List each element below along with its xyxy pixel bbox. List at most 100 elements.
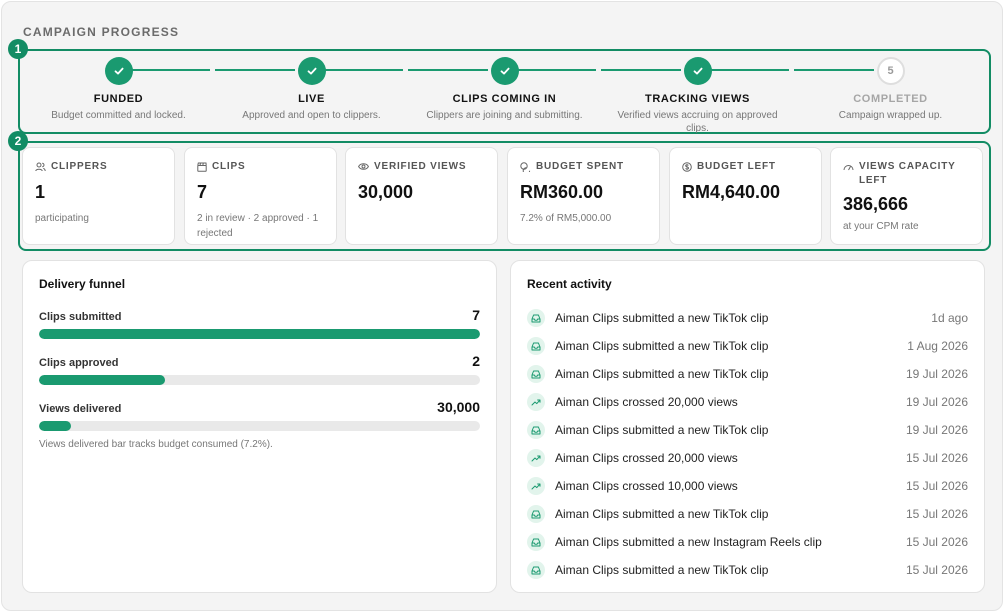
progress-bar-fill	[39, 421, 71, 431]
funnel-label: Clips approved	[39, 357, 119, 369]
activity-item: Aiman Clips submitted a new TikTok clip 1…	[527, 304, 968, 332]
stat-card-budget-left: BUDGET LEFT RM4,640.00	[669, 147, 822, 245]
step-live: LIVE Approved and open to clippers.	[215, 57, 408, 122]
step-number: 5	[876, 57, 905, 85]
stat-card-clips: CLIPS 7 2 in review · 2 approved · 1 rej…	[184, 147, 337, 245]
activity-time: 15 Jul 2026	[905, 479, 968, 493]
panel-title: Recent activity	[527, 277, 612, 291]
step-subtitle: Approved and open to clippers.	[242, 110, 381, 121]
activity-text: Aiman Clips submitted a new TikTok clip	[555, 367, 769, 381]
stat-card-verified-views: VERIFIED VIEWS 30,000	[345, 147, 498, 245]
activity-text: Aiman Clips crossed 20,000 views	[555, 451, 738, 465]
activity-text: Aiman Clips submitted a new TikTok clip	[555, 507, 769, 521]
activity-item: Aiman Clips submitted a new TikTok clip 1…	[527, 332, 968, 360]
panel-title: Delivery funnel	[39, 277, 126, 291]
stat-label: VIEWS CAPACITY LEFT	[859, 161, 956, 186]
step-label: LIVE	[298, 93, 325, 105]
check-icon	[490, 57, 519, 85]
activity-text: Aiman Clips submitted a new TikTok clip	[555, 563, 769, 577]
trending-up-icon	[527, 449, 545, 467]
step-subtitle: Budget committed and locked.	[51, 110, 186, 121]
delivery-funnel-panel: Delivery funnel Clips submitted 7 Clips …	[22, 260, 497, 593]
step-funded: FUNDED Budget committed and locked.	[22, 57, 215, 122]
activity-text: Aiman Clips submitted a new Instagram Re…	[555, 535, 822, 549]
progress-bar-fill	[39, 375, 165, 385]
inbox-icon	[527, 309, 545, 327]
funnel-value: 30,000	[437, 399, 480, 415]
stat-value: 30,000	[358, 182, 414, 202]
stat-value: 1	[35, 182, 46, 202]
activity-text: Aiman Clips submitted a new TikTok clip	[555, 311, 769, 325]
recent-activity-panel: Recent activity Aiman Clips submitted a …	[510, 260, 985, 593]
activity-time: 15 Jul 2026	[905, 563, 968, 577]
step-clips-coming-in: CLIPS COMING IN Clippers are joining and…	[408, 57, 601, 122]
activity-item: Aiman Clips crossed 10,000 views 15 Jul 2…	[527, 472, 968, 500]
step-label: FUNDED	[93, 93, 144, 105]
step-label: CLIPS COMING IN	[452, 93, 557, 105]
activity-item: Aiman Clips submitted a new TikTok clip 1…	[527, 416, 968, 444]
step-completed: 5 COMPLETED Campaign wrapped up.	[794, 57, 987, 122]
stat-note: 2 in review · 2 approved · 1 rejected	[197, 213, 319, 239]
inbox-icon	[527, 421, 545, 439]
inbox-icon	[527, 561, 545, 579]
activity-list: Aiman Clips submitted a new TikTok clip 1…	[527, 304, 968, 584]
progress-stepper: FUNDED Budget committed and locked. LIVE…	[22, 54, 989, 134]
gauge-icon	[843, 165, 854, 171]
progress-bar-fill	[39, 329, 480, 339]
activity-time: 1 Aug 2026	[907, 339, 968, 353]
activity-time: 1d ago	[931, 311, 968, 325]
activity-item: Aiman Clips crossed 20,000 views 19 Jul 2…	[527, 388, 968, 416]
stat-label: VERIFIED VIEWS	[374, 161, 467, 172]
stat-value: RM4,640.00	[682, 182, 781, 202]
funnel-value: 7	[472, 307, 480, 323]
stat-label: CLIPS	[212, 161, 246, 172]
activity-text: Aiman Clips submitted a new TikTok clip	[555, 339, 769, 353]
activity-time: 15 Jul 2026	[905, 535, 968, 549]
check-icon	[297, 57, 326, 85]
clapperboard-icon	[197, 162, 207, 172]
stat-value: 7	[197, 182, 208, 202]
activity-item: Aiman Clips submitted a new Instagram Re…	[527, 528, 968, 556]
users-icon	[35, 162, 46, 172]
stat-card-clippers: CLIPPERS 1 participating	[22, 147, 175, 245]
funnel-row-clips-submitted: Clips submitted 7	[39, 307, 480, 339]
inbox-icon	[527, 505, 545, 523]
inbox-icon	[527, 337, 545, 355]
stat-label: CLIPPERS	[51, 161, 108, 172]
funnel-value: 2	[472, 353, 480, 369]
activity-time: 19 Jul 2026	[905, 395, 968, 409]
activity-item: Aiman Clips submitted a new TikTok clip 1…	[527, 556, 968, 584]
dollar-circle-icon	[682, 162, 692, 172]
check-icon	[683, 57, 712, 85]
progress-bar-track	[39, 375, 480, 385]
stat-note: at your CPM rate	[843, 221, 919, 232]
inbox-icon	[527, 533, 545, 551]
step-label: COMPLETED	[853, 93, 928, 105]
activity-text: Aiman Clips crossed 10,000 views	[555, 479, 738, 493]
progress-bar-track	[39, 329, 480, 339]
activity-text: Aiman Clips submitted a new TikTok clip	[555, 423, 769, 437]
funnel-label: Views delivered	[39, 403, 122, 415]
inbox-icon	[527, 365, 545, 383]
activity-item: Aiman Clips crossed 20,000 views 15 Jul 2…	[527, 444, 968, 472]
funnel-note: Views delivered bar tracks budget consum…	[39, 439, 273, 450]
activity-time: 19 Jul 2026	[905, 423, 968, 437]
stat-label: BUDGET LEFT	[697, 161, 776, 172]
step-subtitle: Clippers are joining and submitting.	[426, 110, 583, 121]
step-label: TRACKING VIEWS	[645, 93, 750, 105]
coins-icon	[520, 162, 531, 172]
trending-up-icon	[527, 393, 545, 411]
activity-time: 19 Jul 2026	[905, 367, 968, 381]
step-tracking-views: TRACKING VIEWS Verified views accruing o…	[601, 57, 794, 135]
activity-item: Aiman Clips submitted a new TikTok clip 1…	[527, 360, 968, 388]
stat-value: 386,666	[843, 194, 909, 214]
activity-time: 15 Jul 2026	[905, 451, 968, 465]
stat-label: BUDGET SPENT	[536, 161, 624, 172]
activity-item: Aiman Clips submitted a new TikTok clip 1…	[527, 500, 968, 528]
stat-card-views-capacity-left: VIEWS CAPACITY LEFT 386,666 at your CPM …	[830, 147, 983, 245]
stat-note: participating	[35, 213, 89, 224]
section-title: CAMPAIGN PROGRESS	[23, 25, 180, 39]
step-subtitle: Verified views accruing on approved clip…	[617, 110, 778, 134]
trending-up-icon	[527, 477, 545, 495]
eye-icon	[358, 163, 369, 170]
